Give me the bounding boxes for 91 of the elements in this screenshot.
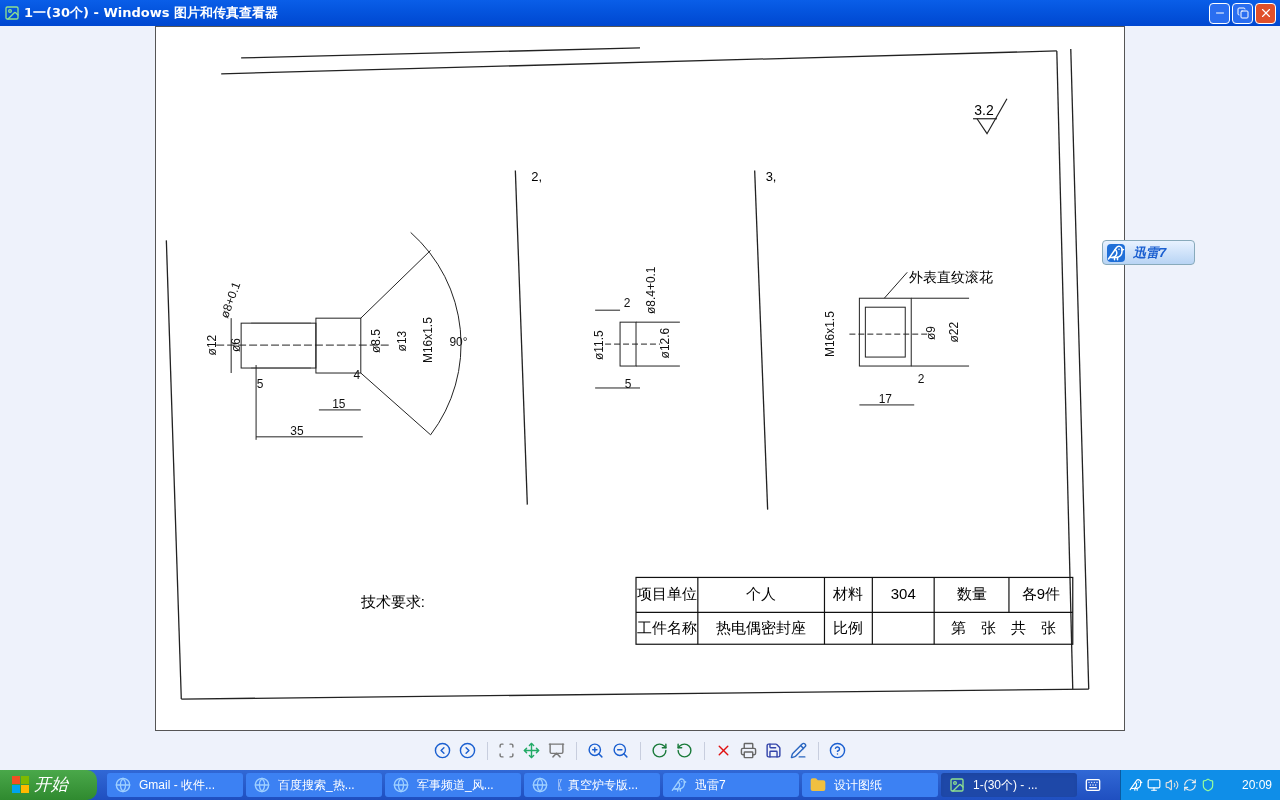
dimension-label: 5 xyxy=(256,377,264,392)
slideshow-icon xyxy=(548,742,565,759)
dimension-label: 2 xyxy=(917,372,925,387)
bird-icon[interactable] xyxy=(1129,778,1143,792)
table-cell: 比例 xyxy=(833,619,864,637)
actual-size-icon xyxy=(523,742,540,759)
dimension-label: 35 xyxy=(290,424,304,438)
save-icon xyxy=(765,742,782,759)
actual-size-button[interactable] xyxy=(521,740,542,761)
table-cell: 材料 xyxy=(833,585,864,603)
dimension-label: ø13 xyxy=(394,330,409,352)
dimension-label: 4 xyxy=(353,368,361,383)
part-number: 3, xyxy=(765,168,777,184)
taskbar-button[interactable]: 设计图纸 xyxy=(802,773,938,797)
help-icon xyxy=(829,742,846,759)
bird-icon xyxy=(1107,243,1125,262)
best-fit-button[interactable] xyxy=(496,740,517,761)
previous-icon xyxy=(434,742,451,759)
save-button[interactable] xyxy=(763,740,784,761)
dimension-label: ø8+0.1 xyxy=(217,279,244,320)
dimension-label: ø8.4+0.1 xyxy=(644,266,659,314)
best-fit-icon xyxy=(498,742,515,759)
dimension-label: ø8.5 xyxy=(368,329,383,354)
browser-icon xyxy=(532,777,548,793)
previous-button[interactable] xyxy=(432,740,453,761)
start-button[interactable]: 开始 xyxy=(0,770,97,800)
dimension-label: ø12 xyxy=(205,334,220,356)
taskbar-button[interactable]: Gmail - 收件... xyxy=(107,773,243,797)
bird-icon xyxy=(671,777,687,793)
next-button[interactable] xyxy=(457,740,478,761)
help-button[interactable] xyxy=(827,740,848,761)
roughness-symbol xyxy=(972,98,1008,135)
close-button[interactable] xyxy=(1255,2,1276,24)
rotate-counterclockwise-button[interactable] xyxy=(674,740,695,761)
window-title: 1一(30个) - Windows 图片和传真查看器 xyxy=(24,4,279,23)
taskbar-button[interactable]: 〖真空炉专版... xyxy=(524,773,660,797)
rotate-clockwise-button[interactable] xyxy=(649,740,670,761)
taskbar-button[interactable]: 迅雷7 xyxy=(663,773,799,797)
browser-icon xyxy=(254,777,270,793)
image-icon xyxy=(949,777,965,793)
badge-label: 迅雷7 xyxy=(1133,243,1167,262)
dimension-label: 90° xyxy=(449,335,468,350)
print-icon xyxy=(740,742,757,759)
edit-button[interactable] xyxy=(788,740,809,761)
dimension-label: ø6 xyxy=(229,338,244,353)
edit-icon xyxy=(790,742,807,759)
dimension-label: 15 xyxy=(332,397,346,412)
browser-icon xyxy=(115,777,131,793)
zoom-in-icon xyxy=(587,742,604,759)
dimension-label: 17 xyxy=(878,392,892,407)
table-cell: 304 xyxy=(890,585,916,603)
note-label: 外表直纹滚花 xyxy=(909,269,994,286)
rotate-counterclockwise-icon xyxy=(676,742,693,759)
dimension-label: ø11.5 xyxy=(592,330,607,360)
taskbar-button[interactable]: 百度搜索_热... xyxy=(246,773,382,797)
table-cell: 数量 xyxy=(956,585,987,603)
rotate-clockwise-icon xyxy=(651,742,668,759)
part-number: 2, xyxy=(531,168,543,184)
next-icon xyxy=(459,742,476,759)
taskbar-button[interactable]: 1-(30个) - ... xyxy=(941,773,1077,797)
shield-icon[interactable] xyxy=(1201,778,1215,792)
zoom-out-icon xyxy=(612,742,629,759)
taskbar-button[interactable]: 军事频道_风... xyxy=(385,773,521,797)
table-cell: 个人 xyxy=(746,585,777,603)
table-cell: 各9件 xyxy=(1021,585,1060,603)
dimension-label: ø12.6 xyxy=(658,327,673,359)
requirements-label: 技术要求: xyxy=(360,593,425,611)
keyboard-icon[interactable] xyxy=(1085,777,1101,793)
print-button[interactable] xyxy=(738,740,759,761)
restore-icon xyxy=(1236,7,1249,19)
dimension-label: 2 xyxy=(623,296,631,311)
folder-icon xyxy=(810,777,826,793)
browser-icon xyxy=(393,777,409,793)
image-icon xyxy=(4,5,20,21)
windows-logo-icon xyxy=(12,776,30,794)
dimension-label: M16x1.5 xyxy=(420,317,435,364)
roughness-label: 3.2 xyxy=(974,101,994,118)
minimize-button[interactable] xyxy=(1209,2,1230,24)
table-cell: 热电偶密封座 xyxy=(716,619,807,637)
table-cell: 工件名称 xyxy=(636,619,697,637)
volume-icon[interactable] xyxy=(1165,778,1179,792)
dimension-label: 5 xyxy=(624,377,632,392)
dimension-label: ø22 xyxy=(947,321,962,343)
sync-icon[interactable] xyxy=(1183,778,1197,792)
table-cell: 项目单位 xyxy=(636,585,697,603)
restore-button[interactable] xyxy=(1232,2,1253,24)
dimension-label: ø9 xyxy=(924,326,939,341)
clock: 20:09 xyxy=(1241,777,1272,794)
dimension-label: M16x1.5 xyxy=(822,311,837,358)
floating-badge[interactable]: 迅雷7 xyxy=(1102,240,1195,265)
table-cell: 第 张 共 张 xyxy=(950,619,1056,637)
